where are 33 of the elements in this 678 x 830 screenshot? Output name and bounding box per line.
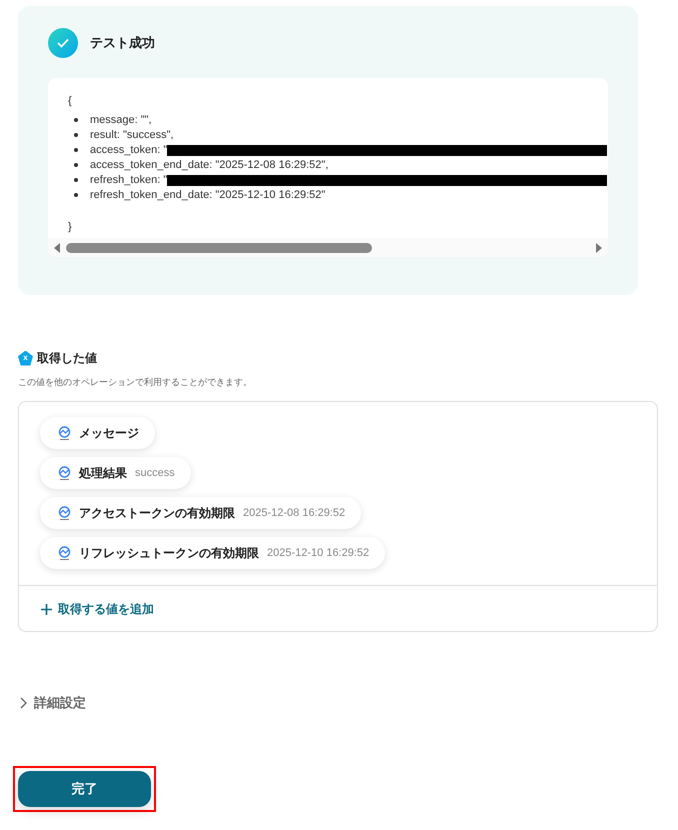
json-line: result: "success", (90, 128, 174, 143)
scroll-right-icon[interactable] (596, 242, 602, 252)
bullet-icon (74, 193, 78, 197)
scroll-left-icon[interactable] (54, 242, 60, 252)
bullet-icon (74, 178, 78, 182)
json-line: message: "", (90, 112, 152, 128)
json-line: access_token: " (90, 142, 168, 158)
app-logo-icon (58, 426, 71, 440)
json-line: refresh_token: " (90, 172, 168, 188)
value-chip[interactable]: リフレッシュトークンの有効期限 2025-12-10 16:29:52 (40, 537, 386, 569)
bullet-icon (74, 133, 78, 137)
bullet-icon (74, 118, 78, 122)
section-description: この値を他のオペレーションで利用することができます。 (18, 376, 252, 389)
section-title: 取得した値 (37, 350, 97, 367)
app-logo-icon (58, 546, 71, 560)
app-logo-icon (58, 466, 71, 480)
json-line: refresh_token_end_date: "2025-12-10 16:29:52" (90, 188, 326, 203)
add-value-link[interactable]: 取得する値を追加 (41, 600, 154, 618)
value-chip[interactable]: 処理結果 success (40, 457, 191, 489)
bullet-icon (74, 148, 78, 152)
json-brace: } (68, 220, 73, 234)
scrollbar-thumb[interactable] (66, 242, 372, 252)
json-line: access_token_end_date: "2025-12-08 16:29:52", (90, 158, 328, 173)
plus-icon (41, 604, 52, 614)
done-button[interactable]: 完了 (18, 771, 151, 807)
value-chip[interactable]: アクセストークンの有効期限 2025-12-08 16:29:52 (40, 497, 362, 529)
value-chip[interactable]: メッセージ (40, 417, 155, 449)
advanced-settings-toggle[interactable]: 詳細設定 (20, 693, 86, 712)
result-title: テスト成功 (90, 34, 155, 52)
json-brace: { (68, 94, 73, 109)
bullet-icon (74, 163, 78, 167)
chevron-icon (20, 696, 28, 709)
app-logo-icon (58, 506, 71, 520)
